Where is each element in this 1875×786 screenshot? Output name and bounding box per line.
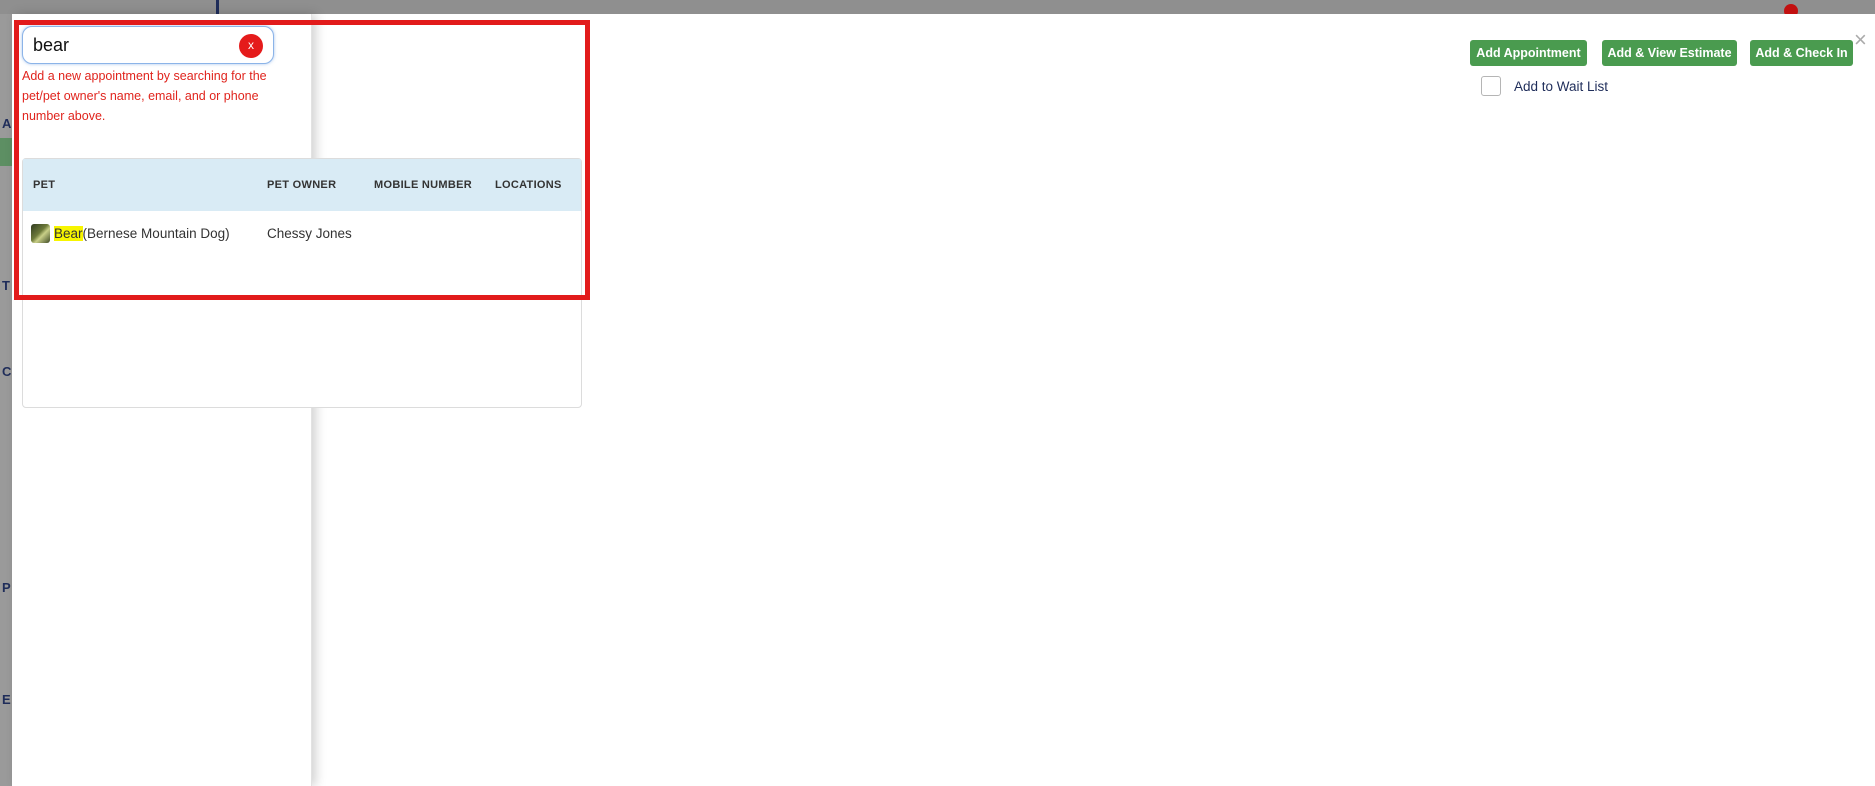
column-header-pet-owner: PET OWNER [267, 179, 337, 191]
search-input[interactable] [33, 33, 233, 57]
background-nav-letter: A [2, 116, 12, 131]
pet-owner-cell: Chessy Jones [267, 225, 352, 241]
search-box[interactable]: x [22, 26, 274, 64]
column-header-mobile-number: MOBILE NUMBER [374, 179, 473, 191]
background-divider [216, 0, 219, 14]
new-appointment-modal: x Add a new appointment by searching for… [12, 14, 1875, 786]
search-help-text: Add a new appointment by searching for t… [22, 69, 267, 123]
column-header-locations: LOCATIONS [495, 179, 562, 191]
pet-breed: (Bernese Mountain Dog) [82, 225, 230, 241]
background-nav-letter: E [2, 692, 11, 707]
pet-photo-thumbnail [31, 223, 50, 243]
background-nav-letter: P [2, 580, 11, 595]
wait-list-checkbox[interactable] [1481, 76, 1501, 96]
results-header-row: PET PET OWNER MOBILE NUMBER LOCATIONS [23, 159, 581, 211]
add-to-wait-list-toggle[interactable]: Add to Wait List [1481, 76, 1608, 96]
pet-cell: Bear (Bernese Mountain Dog) [23, 223, 267, 243]
wait-list-label: Add to Wait List [1514, 78, 1609, 94]
search-panel: x Add a new appointment by searching for… [12, 14, 582, 786]
clear-search-button[interactable]: x [239, 34, 263, 58]
column-header-pet: PET [33, 179, 56, 191]
add-check-in-button[interactable]: Add & Check In [1750, 40, 1853, 66]
close-icon[interactable]: × [1854, 29, 1867, 51]
table-row[interactable]: Bear (Bernese Mountain Dog) Chessy Jones [23, 211, 581, 255]
pet-name-match: Bear [54, 225, 83, 241]
background-nav-letter: C [2, 364, 12, 379]
search-results-table: PET PET OWNER MOBILE NUMBER LOCATIONS Be… [22, 158, 582, 408]
add-appointment-button[interactable]: Add Appointment [1470, 40, 1587, 66]
background-nav-letter: T [2, 278, 10, 293]
add-view-estimate-button[interactable]: Add & View Estimate [1602, 40, 1737, 66]
background-topbar [0, 0, 1875, 14]
background-active-tab [0, 138, 12, 166]
